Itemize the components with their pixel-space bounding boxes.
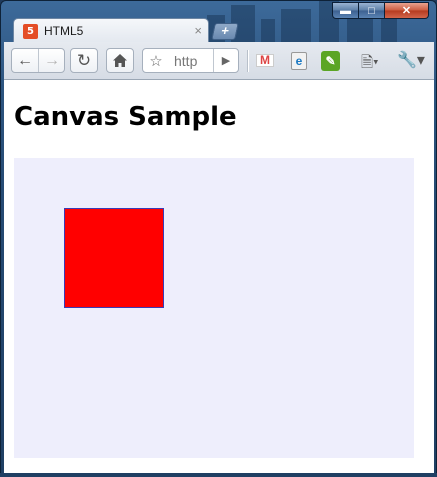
maximize-icon: □ bbox=[368, 4, 375, 17]
html5-icon: 5 bbox=[23, 24, 38, 39]
page-title: Canvas Sample bbox=[14, 102, 237, 132]
page-viewport: Canvas Sample bbox=[4, 80, 434, 474]
wrench-icon[interactable]: 🔧▾ bbox=[397, 50, 425, 70]
ie-icon[interactable]: e bbox=[291, 52, 307, 70]
tab-close-icon[interactable]: × bbox=[194, 23, 202, 38]
plus-icon: + bbox=[219, 23, 231, 38]
gmail-icon[interactable]: M bbox=[256, 54, 274, 67]
url-text[interactable]: http bbox=[174, 53, 197, 69]
minimize-icon: ▬ bbox=[340, 4, 351, 17]
browser-toolbar: ← → ↻ ☆ http ▶ M e ✎ 🗎▾ 🔧▾ bbox=[4, 42, 434, 80]
star-icon[interactable]: ☆ bbox=[143, 49, 169, 72]
browser-window: ▬ □ ✕ 5 HTML5 × + ← → ↻ ☆ http ▶ M e ✎ 🗎… bbox=[0, 0, 437, 477]
home-icon bbox=[107, 49, 133, 72]
home-button[interactable] bbox=[106, 48, 134, 73]
caption-buttons: ▬ □ ✕ bbox=[332, 2, 429, 19]
reload-icon: ↻ bbox=[76, 50, 92, 70]
tab-title: HTML5 bbox=[44, 24, 84, 38]
browser-tab[interactable]: 5 HTML5 × bbox=[13, 18, 209, 43]
reload-button[interactable]: ↻ bbox=[70, 48, 98, 73]
forward-icon[interactable]: → bbox=[39, 49, 65, 72]
back-icon[interactable]: ← bbox=[12, 49, 39, 72]
window-bottom-border bbox=[0, 473, 437, 477]
navigation-buttons: ← → bbox=[11, 48, 65, 73]
canvas[interactable] bbox=[14, 158, 414, 458]
close-icon: ✕ bbox=[401, 5, 412, 17]
new-tab-button[interactable]: + bbox=[211, 23, 239, 40]
address-bar[interactable]: ☆ http ▶ bbox=[142, 48, 239, 73]
minimize-button[interactable]: ▬ bbox=[332, 2, 359, 19]
red-square-shape bbox=[64, 208, 164, 308]
evernote-icon[interactable]: ✎ bbox=[321, 51, 340, 71]
toolbar-separator bbox=[247, 50, 249, 72]
go-icon[interactable]: ▶ bbox=[213, 49, 238, 72]
page-menu-icon[interactable]: 🗎▾ bbox=[361, 52, 379, 77]
close-window-button[interactable]: ✕ bbox=[385, 2, 429, 19]
maximize-button[interactable]: □ bbox=[359, 2, 385, 19]
